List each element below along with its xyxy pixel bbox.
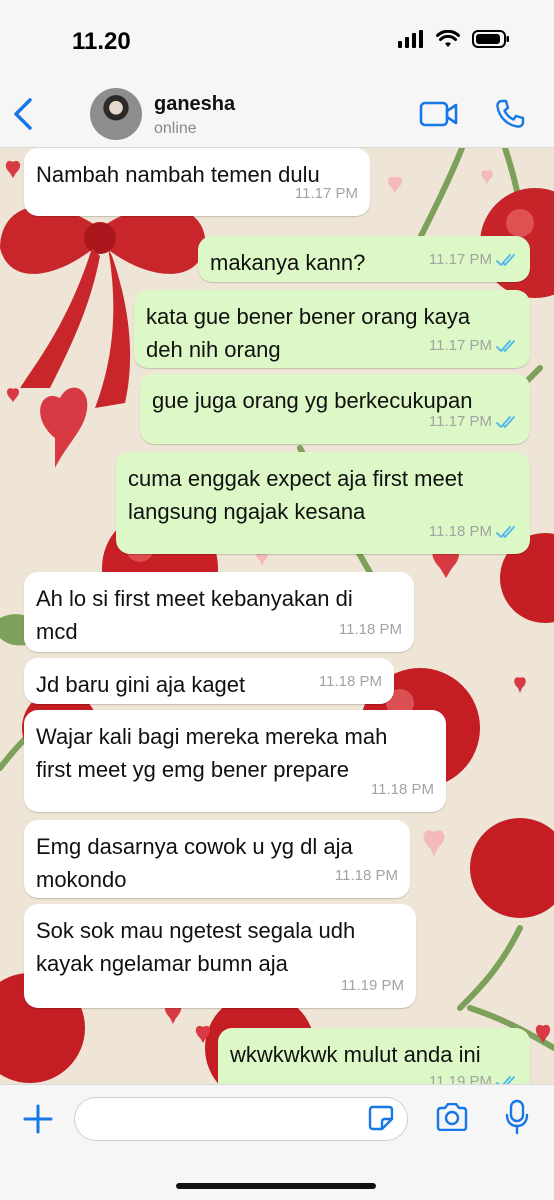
incoming-message[interactable]: Nambah nambah temen dulu 11.17 PM <box>24 148 370 216</box>
video-camera-icon <box>419 101 458 127</box>
message-timestamp: 11.17 PM <box>294 185 358 202</box>
read-receipt-icon <box>496 525 515 538</box>
message-text: Wajar kali bagi mereka mereka mah <box>36 724 388 749</box>
status-bar: 11.20 <box>0 0 554 82</box>
message-text: cuma enggak expect aja first meet <box>128 466 464 491</box>
camera-button[interactable] <box>435 1102 469 1136</box>
chat-area[interactable]: Nambah nambah temen dulu 11.17 PM makanya … <box>0 148 554 1084</box>
microphone-button[interactable] <box>505 1099 529 1140</box>
contact-status: online <box>154 120 197 137</box>
back-button[interactable] <box>10 96 38 132</box>
attach-button[interactable] <box>22 1103 54 1140</box>
message-text: Sok sok mau ngetest segala udh <box>36 918 356 943</box>
message-timestamp: 11.18 PM <box>370 781 434 798</box>
incoming-message[interactable]: Wajar kali bagi mereka mereka mah first m… <box>24 710 446 812</box>
status-icons <box>398 30 510 48</box>
wifi-icon <box>436 30 460 47</box>
read-receipt-icon <box>496 415 515 428</box>
message-timestamp: 11.19 PM <box>340 977 404 994</box>
message-timestamp: 11.17 PM <box>428 413 492 430</box>
message-timestamp: 11.17 PM <box>428 337 492 354</box>
outgoing-message[interactable]: kata gue bener bener orang kaya deh nih o… <box>134 290 530 368</box>
outgoing-message[interactable]: makanya kann? 11.17 PM <box>198 236 530 282</box>
plus-icon <box>23 1104 53 1134</box>
message-meta: 11.17 PM <box>429 243 518 276</box>
battery-icon <box>472 30 509 48</box>
video-call-button[interactable] <box>419 100 459 133</box>
status-time: 11.20 <box>72 28 131 55</box>
chat-header: ganesha online <box>0 82 554 148</box>
message-timestamp: 11.18 PM <box>428 523 492 540</box>
message-timestamp: 11.19 PM <box>428 1073 492 1084</box>
message-meta: 11.17 PM <box>429 405 518 438</box>
message-meta: 11.18 PM <box>335 859 398 892</box>
message-timestamp: 11.18 PM <box>338 621 402 638</box>
message-meta: 11.18 PM <box>319 665 382 698</box>
message-text: Ah lo si first meet kebanyakan di <box>36 586 353 611</box>
read-receipt-icon <box>496 1075 515 1084</box>
message-timestamp: 11.18 PM <box>318 673 382 690</box>
incoming-message[interactable]: Sok sok mau ngetest segala udh kayak ngel… <box>24 904 416 1008</box>
message-input[interactable] <box>74 1097 408 1141</box>
message-meta: 11.18 PM <box>339 613 402 646</box>
read-receipt-icon <box>496 253 515 266</box>
input-bar <box>0 1084 554 1200</box>
outgoing-message[interactable]: gue juga orang yg berkecukupan 11.17 PM <box>140 374 530 444</box>
read-receipt-icon <box>496 339 515 352</box>
message-timestamp: 11.18 PM <box>334 867 398 884</box>
incoming-message[interactable]: Jd baru gini aja kaget 11.18 PM <box>24 658 394 704</box>
message-timestamp: 11.17 PM <box>428 251 492 268</box>
contact-avatar[interactable] <box>90 88 142 140</box>
contact-name[interactable]: ganesha <box>154 93 235 116</box>
incoming-message[interactable]: Emg dasarnya cowok u yg dl aja mokondo 11.… <box>24 820 410 898</box>
incoming-message[interactable]: Ah lo si first meet kebanyakan di mcd 11.1… <box>24 572 414 652</box>
outgoing-message[interactable]: cuma enggak expect aja first meet langsun… <box>116 452 530 554</box>
message-meta: 11.17 PM <box>429 329 518 362</box>
cellular-signal-icon <box>398 30 423 48</box>
chevron-left-icon <box>14 98 32 130</box>
message-meta: 11.19 PM <box>429 1065 518 1084</box>
phone-icon <box>496 99 525 128</box>
sticker-icon <box>368 1105 394 1131</box>
voice-call-button[interactable] <box>494 98 526 135</box>
camera-icon <box>436 1102 468 1132</box>
home-indicator <box>176 1183 376 1189</box>
message-meta: 11.19 PM <box>341 969 404 1002</box>
microphone-icon <box>505 1099 529 1135</box>
sticker-button[interactable] <box>368 1105 394 1136</box>
message-meta: 11.18 PM <box>429 515 518 548</box>
outgoing-message[interactable]: wkwkwkwk mulut anda ini 11.19 PM <box>218 1028 530 1084</box>
message-meta: 11.18 PM <box>371 773 434 806</box>
message-meta: 11.17 PM <box>295 177 358 210</box>
